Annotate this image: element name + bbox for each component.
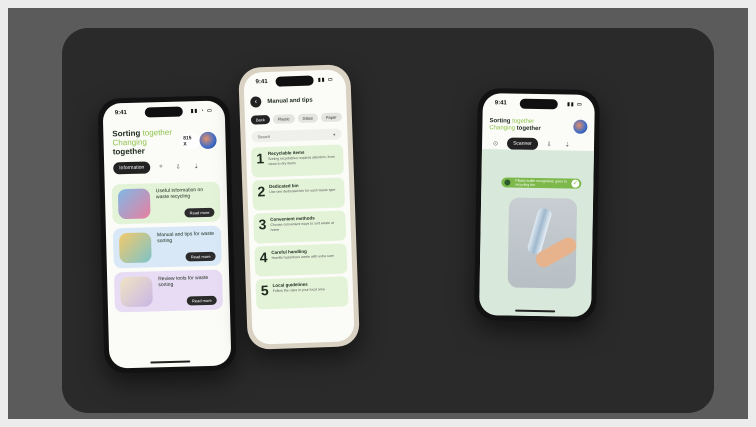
search-placeholder: Search <box>257 133 271 140</box>
tip-number: 2 <box>257 183 266 200</box>
bottle-icon <box>504 179 511 186</box>
chip-paper[interactable]: Paper <box>320 112 342 123</box>
check-icon: ✓ <box>571 179 580 188</box>
mic-icon[interactable]: ● <box>333 132 336 137</box>
read-more-button[interactable]: Read more <box>186 295 217 306</box>
signal-icon: ▮▮ ▭ <box>317 76 334 84</box>
tip-desc: Use one dedicated bin for each waste typ… <box>269 187 336 195</box>
tab-scanner[interactable]: Scanner <box>506 137 538 151</box>
segment-control: Information ⌗ ⇩ ⇣ <box>104 157 226 180</box>
scanner-screen: 9:41 ▮▮ ▭ Sorting together Changing toge… <box>479 93 595 317</box>
tools-illustration <box>120 276 153 308</box>
manual-screen: 9:41 ▮▮ ▭ ‹ Manual and tips Back Plastic… <box>243 69 355 345</box>
canvas: 9:41 ▮▮ ◔ ▭ Sorting together Changing to… <box>0 0 756 427</box>
tip-card[interactable]: 1 Recyclable items Sorting recyclables re… <box>250 144 344 178</box>
info-card-manual[interactable]: Manual and tips for waste sorting Read m… <box>112 225 222 269</box>
recognition-toast: Plastic bottle recognized, goes to recyc… <box>501 177 582 189</box>
chip-plastic[interactable]: Plastic <box>272 114 295 124</box>
tip-card[interactable]: 2 Dedicated bin Use one dedicated bin for… <box>252 177 346 211</box>
avatar[interactable] <box>199 131 217 150</box>
scanned-photo <box>507 197 578 289</box>
tip-number: 5 <box>260 282 269 299</box>
toast-text: Plastic bottle recognized, goes to recyc… <box>515 178 567 187</box>
dynamic-island <box>275 75 314 87</box>
avatar[interactable] <box>573 119 588 134</box>
home-indicator <box>150 360 191 364</box>
home-screen: 9:41 ▮▮ ◔ ▭ Sorting together Changing to… <box>102 100 232 369</box>
tab-download-icon[interactable]: ⇩ <box>543 139 556 150</box>
tip-number: 4 <box>259 249 268 266</box>
tip-desc: Follow the rules in your local area <box>272 287 325 293</box>
status-time: 9:41 <box>114 110 127 117</box>
tab-info-icon[interactable]: ⊙ <box>489 138 502 149</box>
search-input[interactable]: Search ● <box>251 128 342 143</box>
tip-card[interactable]: 3 Convenient methods Choose convenient wa… <box>253 210 347 244</box>
tab-information[interactable]: Information <box>113 161 151 175</box>
read-more-button[interactable]: Read more <box>184 207 215 218</box>
phone-scanner: 9:41 ▮▮ ▭ Sorting together Changing toge… <box>473 87 601 323</box>
info-card-recycling[interactable]: Useful information on waste recycling Re… <box>111 181 221 225</box>
tip-desc: Handle hazardous waste with extra care <box>271 253 334 260</box>
phone-manual: 9:41 ▮▮ ▭ ‹ Manual and tips Back Plastic… <box>238 64 360 350</box>
status-time: 9:41 <box>494 100 507 107</box>
dynamic-island <box>144 106 183 118</box>
tip-card[interactable]: 5 Local guidelines Follow the rules in yo… <box>255 276 349 310</box>
chip-glass[interactable]: Glass <box>297 113 318 123</box>
phone-home: 9:41 ▮▮ ◔ ▭ Sorting together Changing to… <box>97 95 237 374</box>
tab-sort-icon[interactable]: ⇣ <box>561 139 574 150</box>
chip-back[interactable]: Back <box>250 114 270 125</box>
tip-number: 3 <box>258 216 267 233</box>
page-title: Manual and tips <box>267 96 313 105</box>
app-title: Sorting together Changing together <box>489 118 541 133</box>
tip-number: 1 <box>256 150 265 167</box>
globe-illustration <box>117 188 151 220</box>
app-title: Sorting together Changing together <box>112 127 173 157</box>
card-text: Review tools for waste sorting <box>158 274 209 289</box>
tip-desc: Sorting recyclables requires attention, … <box>268 154 335 166</box>
home-header: Sorting together Changing together 815 X <box>103 116 226 160</box>
camera-view[interactable]: Plastic bottle recognized, goes to recyc… <box>479 149 594 317</box>
tab-grid-icon[interactable]: ⌗ <box>155 161 167 172</box>
read-more-button[interactable]: Read more <box>185 251 216 262</box>
scanner-header: Sorting together Changing together <box>482 109 594 137</box>
tip-desc: Choose convenient ways to sort waste at … <box>270 220 335 232</box>
status-time: 9:41 <box>255 79 268 86</box>
back-arrow-icon[interactable]: ‹ <box>250 96 262 108</box>
info-card-tools[interactable]: Review tools for waste sorting Read more <box>113 269 223 313</box>
tab-sort-icon[interactable]: ⇣ <box>190 161 203 172</box>
signal-icon: ▮▮ ▭ <box>567 101 583 108</box>
card-text: Manual and tips for waste sorting <box>156 230 215 245</box>
tab-download-icon[interactable]: ⇩ <box>171 161 184 172</box>
signal-icon: ▮▮ ◔ ▭ <box>190 107 213 115</box>
category-chips: Back Plastic Glass Paper <box>245 108 348 129</box>
card-text: Useful information on waste recycling <box>155 187 204 201</box>
points-badge[interactable]: 815 X <box>179 132 201 150</box>
tip-card[interactable]: 4 Careful handling Handle hazardous waste… <box>254 243 348 277</box>
dynamic-island <box>519 98 558 110</box>
books-illustration <box>118 232 152 264</box>
